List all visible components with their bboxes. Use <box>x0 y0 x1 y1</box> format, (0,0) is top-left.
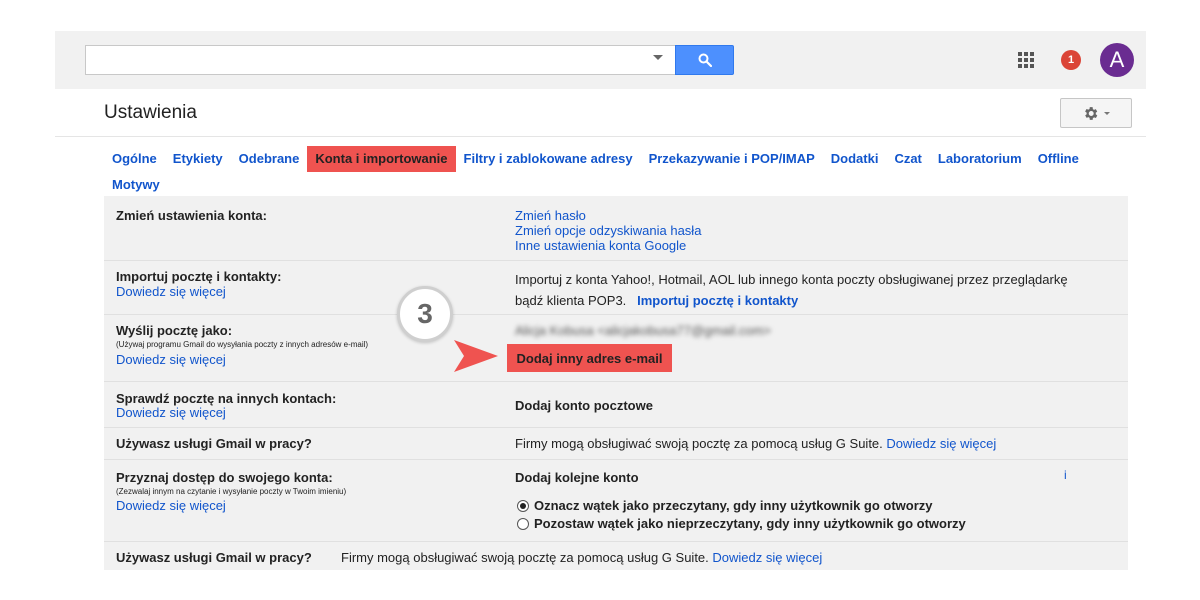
import-description: Importuj z konta Yahoo!, Hotmail, AOL lu… <box>515 269 1068 311</box>
learn-more-link[interactable]: Dowiedz się więcej <box>116 498 226 513</box>
tab-przekazywanie[interactable]: Przekazywanie i POP/IMAP <box>641 146 823 172</box>
gear-icon <box>1085 106 1098 120</box>
radio-label: Oznacz wątek jako przeczytany, gdy inny … <box>534 498 933 513</box>
tab-motywy[interactable]: Motywy <box>104 172 168 198</box>
row-label: Używasz usługi Gmail w pracy? <box>116 550 312 565</box>
add-mail-account-link[interactable]: Dodaj konto pocztowe <box>515 398 653 413</box>
avatar[interactable]: A <box>1100 43 1134 77</box>
settings-row-work-duplicate: Używasz usługi Gmail w pracy? Firmy mogą… <box>104 542 1128 570</box>
work-description: Firmy mogą obsługiwać swoją pocztę za po… <box>341 550 823 565</box>
learn-more-link[interactable]: Dowiedz się więcej <box>116 284 226 299</box>
learn-more-link[interactable]: Dowiedz się więcej <box>886 436 996 451</box>
tab-ogolne[interactable]: Ogólne <box>104 146 165 172</box>
settings-tabs: Ogólne Etykiety Odebrane Konta i importo… <box>104 146 1144 198</box>
apps-grid-icon[interactable] <box>1018 52 1034 68</box>
row-sublabel: (Używaj programu Gmail do wysyłania pocz… <box>116 340 369 349</box>
tab-odebrane[interactable]: Odebrane <box>231 146 308 172</box>
row-label: Wyślij pocztę jako: <box>116 323 233 338</box>
tab-offline[interactable]: Offline <box>1030 146 1087 172</box>
account-links: Zmień hasło Zmień opcje odzyskiwania has… <box>515 208 701 253</box>
search-options-caret-icon[interactable] <box>653 55 663 60</box>
work-description: Firmy mogą obsługiwać swoją pocztę za po… <box>515 436 997 451</box>
tab-konta-i-importowanie[interactable]: Konta i importowanie <box>307 146 456 172</box>
settings-row-check-mail: Sprawdź pocztę na innych kontach: Dowied… <box>104 382 1128 428</box>
change-password-link[interactable]: Zmień hasło <box>515 208 701 223</box>
learn-more-link[interactable]: Dowiedz się więcej <box>116 405 226 420</box>
chevron-down-icon <box>1104 111 1110 115</box>
tab-czat[interactable]: Czat <box>886 146 929 172</box>
radio-button-checked[interactable] <box>517 499 529 512</box>
row-sublabel: (Zezwalaj innym na czytanie i wysyłanie … <box>116 487 347 496</box>
divider <box>55 136 1146 137</box>
settings-button[interactable] <box>1060 98 1132 128</box>
row-label: Zmień ustawienia konta: <box>116 208 267 223</box>
learn-more-link[interactable]: Dowiedz się więcej <box>116 352 226 367</box>
radio-mark-read[interactable]: Oznacz wątek jako przeczytany, gdy inny … <box>517 498 933 513</box>
radio-label: Pozostaw wątek jako nieprzeczytany, gdy … <box>534 516 966 531</box>
sender-address: Alicja Kobusa <alicjakobusa77@gmail.com> <box>515 323 772 338</box>
step-number: 3 <box>417 298 433 329</box>
settings-row-change-account: Zmień ustawienia konta: Zmień hasło Zmie… <box>104 196 1128 261</box>
tab-etykiety[interactable]: Etykiety <box>165 146 231 172</box>
top-bar: 1 A <box>55 31 1146 89</box>
settings-row-work: Używasz usługi Gmail w pracy? Firmy mogą… <box>104 428 1128 460</box>
add-email-address-button[interactable]: Dodaj inny adres e-mail <box>507 344 672 372</box>
change-recovery-link[interactable]: Zmień opcje odzyskiwania hasła <box>515 223 701 238</box>
row-label: Importuj pocztę i kontakty: <box>116 269 282 284</box>
search-button[interactable] <box>675 45 734 75</box>
google-account-settings-link[interactable]: Inne ustawienia konta Google <box>515 238 701 253</box>
radio-button[interactable] <box>517 517 529 530</box>
row-label: Przyznaj dostęp do swojego konta: <box>116 470 333 485</box>
search-icon <box>698 53 712 67</box>
step-number-badge: 3 <box>397 286 453 342</box>
settings-row-import: Importuj pocztę i kontakty: Dowiedz się … <box>104 261 1128 315</box>
page-title: Ustawienia <box>104 102 197 123</box>
settings-panel: Zmień ustawienia konta: Zmień hasło Zmie… <box>104 196 1128 570</box>
tab-dodatki[interactable]: Dodatki <box>823 146 887 172</box>
stray-link-fragment: i <box>1064 468 1067 482</box>
row-label: Używasz usługi Gmail w pracy? <box>116 436 312 451</box>
tab-filtry[interactable]: Filtry i zablokowane adresy <box>456 146 641 172</box>
learn-more-link[interactable]: Dowiedz się więcej <box>712 550 822 565</box>
notification-badge[interactable]: 1 <box>1061 50 1081 70</box>
arrow-right-icon <box>454 340 498 372</box>
import-text-line2: bądź klienta POP3. Importuj pocztę i kon… <box>515 293 799 308</box>
add-another-account-link[interactable]: Dodaj kolejne konto <box>515 470 639 485</box>
tab-laboratorium[interactable]: Laboratorium <box>930 146 1030 172</box>
settings-row-grant-access: Przyznaj dostęp do swojego konta: (Zezwa… <box>104 460 1128 542</box>
search-input[interactable] <box>85 45 675 75</box>
radio-leave-unread[interactable]: Pozostaw wątek jako nieprzeczytany, gdy … <box>517 516 966 531</box>
row-label: Sprawdź pocztę na innych kontach: <box>116 391 337 406</box>
import-text: Importuj z konta Yahoo!, Hotmail, AOL lu… <box>515 272 1068 287</box>
import-mail-contacts-link[interactable]: Importuj pocztę i kontakty <box>637 293 798 308</box>
